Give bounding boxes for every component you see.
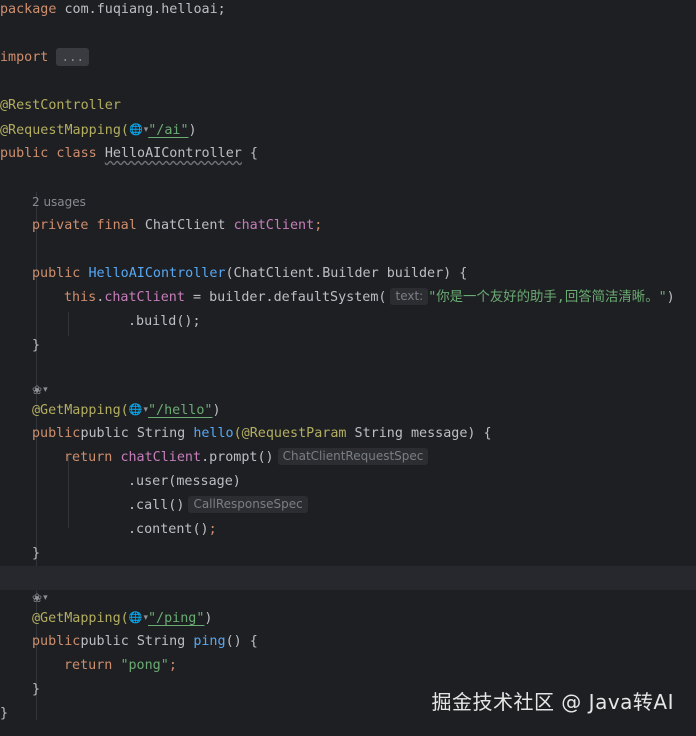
class-name[interactable]: HelloAIController <box>105 146 242 161</box>
keyword: return <box>64 450 121 465</box>
keyword: return <box>64 658 121 673</box>
type-name: public String <box>80 634 194 649</box>
code-line-import: import ... <box>0 46 696 70</box>
code-line-close: } <box>0 334 696 358</box>
type-name: ChatClient <box>144 218 234 233</box>
code-line-field: private final ChatClient chatClient; <box>0 214 696 238</box>
field-name: chatClient <box>120 450 202 465</box>
code-line-package: package com.fuqiang.helloai; <box>0 0 696 22</box>
code-line-get-ping: @GetMapping(🌐▾"/ping") <box>0 606 696 630</box>
semicolon: ; <box>208 522 217 537</box>
keyword: this <box>64 290 97 305</box>
code-line-usages: 2 usages <box>0 190 696 214</box>
code-line-return: return chatClient.prompt() ChatClientRequ… <box>0 446 696 470</box>
annotation: @GetMapping( <box>32 611 129 626</box>
field-name: chatClient <box>104 290 185 305</box>
globe-icon[interactable]: 🌐 <box>129 606 143 630</box>
param-hint: text: <box>390 288 429 305</box>
code-line-assign: this.chatClient = builder.defaultSystem(… <box>0 286 696 310</box>
mapping-path: "/ping" <box>147 611 205 626</box>
code-line-ping-decl: public public String ping() { <box>0 630 696 654</box>
prompt-call: .prompt() <box>201 450 274 465</box>
constructor-name: HelloAIController <box>88 266 226 281</box>
code-line-class-decl: public class HelloAIController { <box>0 142 696 166</box>
code-line-request-mapping: @RequestMapping(🌐▾"/ai") <box>0 118 696 142</box>
build-call: .build(); <box>128 314 201 329</box>
keyword: import <box>0 50 49 65</box>
globe-icon[interactable]: 🌐 <box>129 118 143 142</box>
import-fold-button[interactable]: ... <box>56 48 90 66</box>
brace: } <box>32 546 41 561</box>
method-name: ping <box>193 634 226 649</box>
assign-call: = builder.defaultSystem( <box>184 290 387 305</box>
mapping-path: "/hello" <box>147 403 213 418</box>
system-prompt-string: "你是一个友好的助手,回答简洁清晰。" <box>428 290 667 305</box>
call-call: .call() <box>128 498 185 513</box>
keyword: package <box>0 2 57 17</box>
type-hint: ChatClientRequestSpec <box>277 448 429 465</box>
constructor-params: (ChatClient.Builder builder) { <box>225 266 468 281</box>
brace: } <box>32 338 41 353</box>
keyword: public class <box>0 146 105 161</box>
keyword: public <box>32 266 89 281</box>
user-call: .user(message) <box>128 474 241 489</box>
annotation: @GetMapping( <box>32 403 129 418</box>
paren: ) <box>212 403 221 418</box>
code-line-rest-controller: @RestController <box>0 94 696 118</box>
semicolon: ; <box>168 658 177 673</box>
annotation: @RestController <box>0 98 121 113</box>
code-line-return-pong: return "pong"; <box>0 654 696 678</box>
paren: ) <box>188 123 197 138</box>
code-line-close: } <box>0 542 696 566</box>
content-call: .content() <box>128 522 209 537</box>
usages-hint[interactable]: 2 usages <box>32 195 86 209</box>
field-name: chatClient <box>233 218 315 233</box>
code-line-user: .user(message) <box>0 470 696 494</box>
mapping-path: "/ai" <box>148 123 189 138</box>
type-hint: CallResponseSpec <box>188 496 308 513</box>
code-line-call: .call() CallResponseSpec <box>0 494 696 518</box>
string-literal: "pong" <box>120 658 169 673</box>
code-editor[interactable]: package com.fuqiang.helloai; import ... … <box>0 0 696 736</box>
annotation: @RequestMapping( <box>0 123 129 138</box>
paren: ) <box>204 611 213 626</box>
method-params: String message) { <box>346 426 492 441</box>
method-name: hello <box>193 426 234 441</box>
keyword: private final <box>32 218 145 233</box>
code-line-content: .content(); <box>0 518 696 542</box>
method-params: () { <box>225 634 258 649</box>
code-line-hello-decl: public public String hello(@RequestParam… <box>0 422 696 446</box>
package-name: com.fuqiang.helloai; <box>56 2 226 17</box>
annotation: (@RequestParam <box>233 426 347 441</box>
watermark: 掘金技术社区 @ Java转AI <box>431 690 674 714</box>
brace: } <box>32 682 41 697</box>
code-line-build: .build(); <box>0 310 696 334</box>
semicolon: ; <box>314 218 323 233</box>
paren: ) <box>666 290 675 305</box>
brace: { <box>241 146 258 161</box>
code-line-constructor: public HelloAIController(ChatClient.Buil… <box>0 262 696 286</box>
code-line-get-hello: @GetMapping(🌐▾"/hello") <box>0 398 696 422</box>
globe-icon[interactable]: 🌐 <box>129 398 143 422</box>
brace: } <box>0 706 9 721</box>
type-name: public String <box>80 426 194 441</box>
